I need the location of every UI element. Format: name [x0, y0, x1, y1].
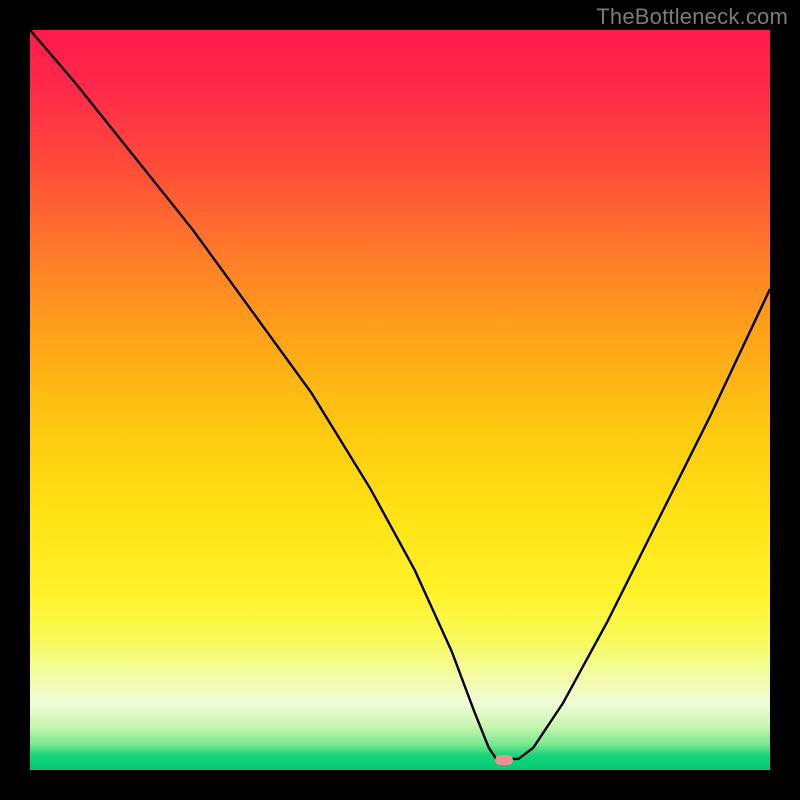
watermark-text: TheBottleneck.com: [596, 4, 788, 30]
chart-frame: TheBottleneck.com: [0, 0, 800, 800]
plot-area: [30, 30, 770, 770]
bottleneck-gradient-bg: [30, 30, 770, 770]
optimal-marker: [495, 755, 513, 765]
